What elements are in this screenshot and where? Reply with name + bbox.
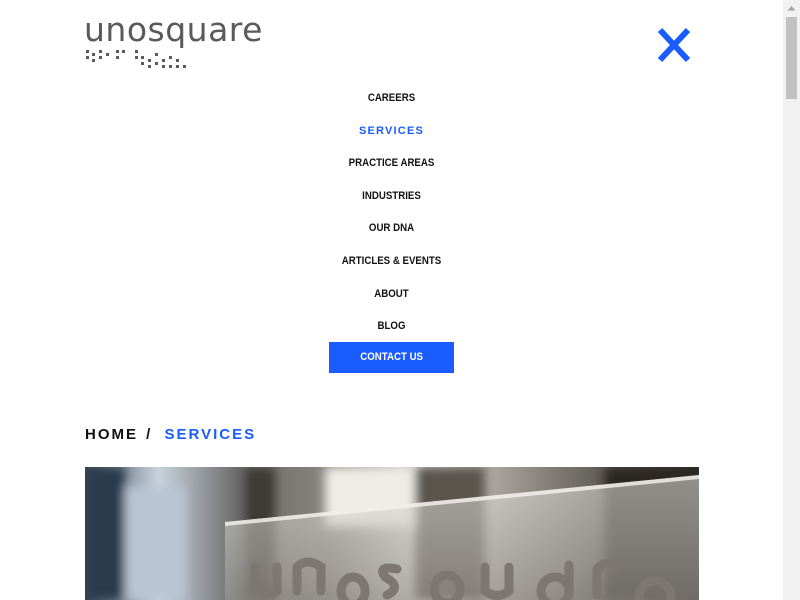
breadcrumb: HOME / SERVICES (85, 424, 256, 446)
close-menu-button[interactable] (654, 26, 694, 64)
scroll-up-arrow-icon[interactable] (783, 0, 800, 17)
contact-us-label: CONTACT US (360, 351, 423, 363)
nav-item-articles-events[interactable]: ARTICLES & EVENTS (311, 245, 472, 278)
hero-image (85, 467, 699, 600)
breadcrumb-home-link[interactable]: HOME (85, 426, 138, 443)
scrollbar-thumb[interactable] (786, 17, 797, 99)
nav-item-practice-areas[interactable]: PRACTICE AREAS (311, 147, 472, 180)
nav-item-blog[interactable]: BLOG (311, 310, 472, 343)
nav-item-careers[interactable]: CAREERS (311, 82, 472, 115)
contact-us-button[interactable]: CONTACT US (329, 342, 454, 373)
nav-item-services[interactable]: SERVICES (300, 115, 483, 148)
nav-item-our-dna[interactable]: OUR DNA (311, 212, 472, 245)
unosquare-logo[interactable]: unosquare (84, 10, 274, 72)
main-navigation: CAREERS SERVICES PRACTICE AREAS INDUSTRI… (300, 82, 483, 343)
logo-wordmark: unosquare (84, 10, 263, 49)
breadcrumb-current: SERVICES (164, 426, 257, 443)
logo-dot-pattern (86, 50, 186, 68)
breadcrumb-separator: / (146, 426, 153, 443)
nav-item-industries[interactable]: INDUSTRIES (311, 180, 472, 213)
nav-item-about[interactable]: ABOUT (311, 278, 472, 311)
page-scrollbar[interactable] (783, 0, 800, 600)
close-icon (657, 27, 691, 63)
hero-office-sign-photo (85, 467, 699, 600)
